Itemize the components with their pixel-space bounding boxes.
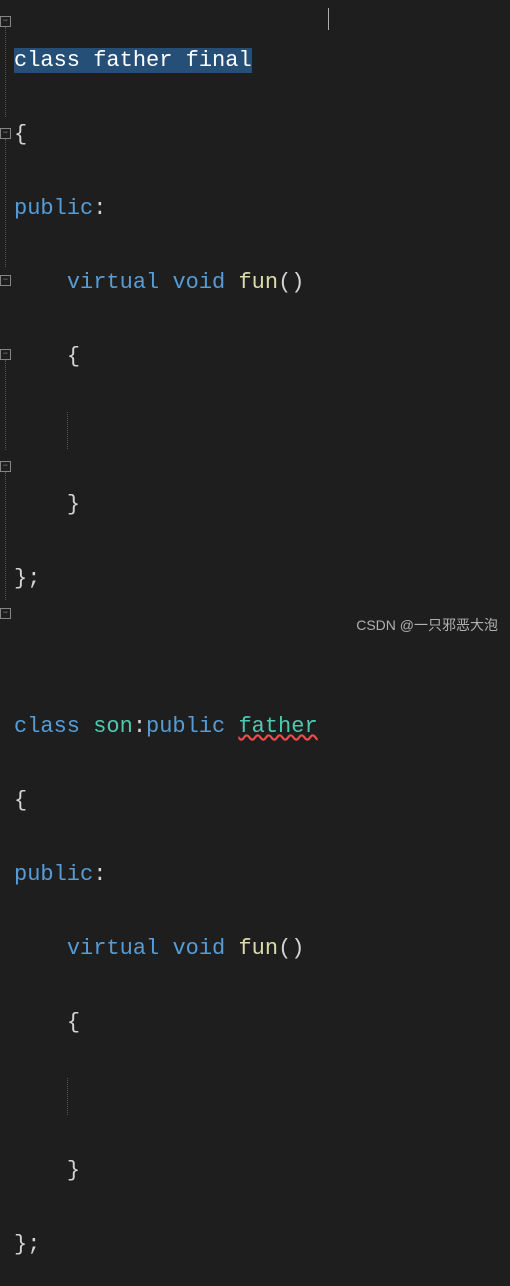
code-line[interactable]: class father final	[14, 42, 510, 79]
code-line[interactable]: virtual void fun()	[14, 264, 510, 301]
fold-icon[interactable]	[0, 16, 11, 27]
text-cursor-icon	[328, 8, 329, 30]
keyword-class: class	[14, 48, 80, 73]
code-line[interactable]	[14, 412, 510, 449]
keyword-public: public	[146, 714, 225, 739]
code-line[interactable]: {	[14, 338, 510, 375]
code-line[interactable]: };	[14, 560, 510, 597]
code-editor[interactable]: class father final { public: virtual voi…	[0, 0, 510, 643]
code-area[interactable]: class father final { public: virtual voi…	[12, 0, 510, 643]
watermark-text: CSDN @一只邪恶大泡	[356, 615, 498, 635]
fold-icon[interactable]	[0, 608, 11, 619]
code-line[interactable]: }	[14, 1152, 510, 1189]
function-name: fun	[238, 936, 278, 961]
code-line[interactable]: public:	[14, 856, 510, 893]
class-close: };	[14, 566, 40, 591]
brace-close: }	[67, 1158, 80, 1183]
brace-open: {	[14, 788, 27, 813]
fold-icon[interactable]	[0, 275, 11, 286]
keyword-virtual: virtual	[67, 270, 159, 295]
fold-icon[interactable]	[0, 461, 11, 472]
brace-open: {	[14, 122, 27, 147]
parens: ()	[278, 936, 304, 961]
code-line[interactable]	[14, 634, 510, 671]
keyword-void: void	[172, 936, 225, 961]
access-specifier: public	[14, 196, 93, 221]
parens: ()	[278, 270, 304, 295]
brace-close: }	[67, 492, 80, 517]
keyword-class: class	[14, 714, 80, 739]
fold-icon[interactable]	[0, 128, 11, 139]
code-line[interactable]: }	[14, 486, 510, 523]
code-line[interactable]: {	[14, 782, 510, 819]
fold-gutter	[0, 0, 12, 643]
function-name: fun	[238, 270, 278, 295]
class-close: };	[14, 1232, 40, 1257]
class-name: son	[93, 714, 133, 739]
code-line[interactable]: public:	[14, 190, 510, 227]
code-line[interactable]	[14, 1078, 510, 1115]
code-line[interactable]: class son:public father	[14, 708, 510, 745]
code-line[interactable]: };	[14, 1226, 510, 1263]
code-line[interactable]: {	[14, 116, 510, 153]
keyword-virtual: virtual	[67, 936, 159, 961]
access-specifier: public	[14, 862, 93, 887]
class-name: father	[93, 48, 172, 73]
brace-open: {	[67, 344, 80, 369]
keyword-void: void	[172, 270, 225, 295]
code-line[interactable]: {	[14, 1004, 510, 1041]
base-class-error: father	[238, 714, 317, 739]
code-line[interactable]: virtual void fun()	[14, 930, 510, 967]
brace-open: {	[67, 1010, 80, 1035]
fold-icon[interactable]	[0, 349, 11, 360]
keyword-final: final	[186, 48, 252, 73]
